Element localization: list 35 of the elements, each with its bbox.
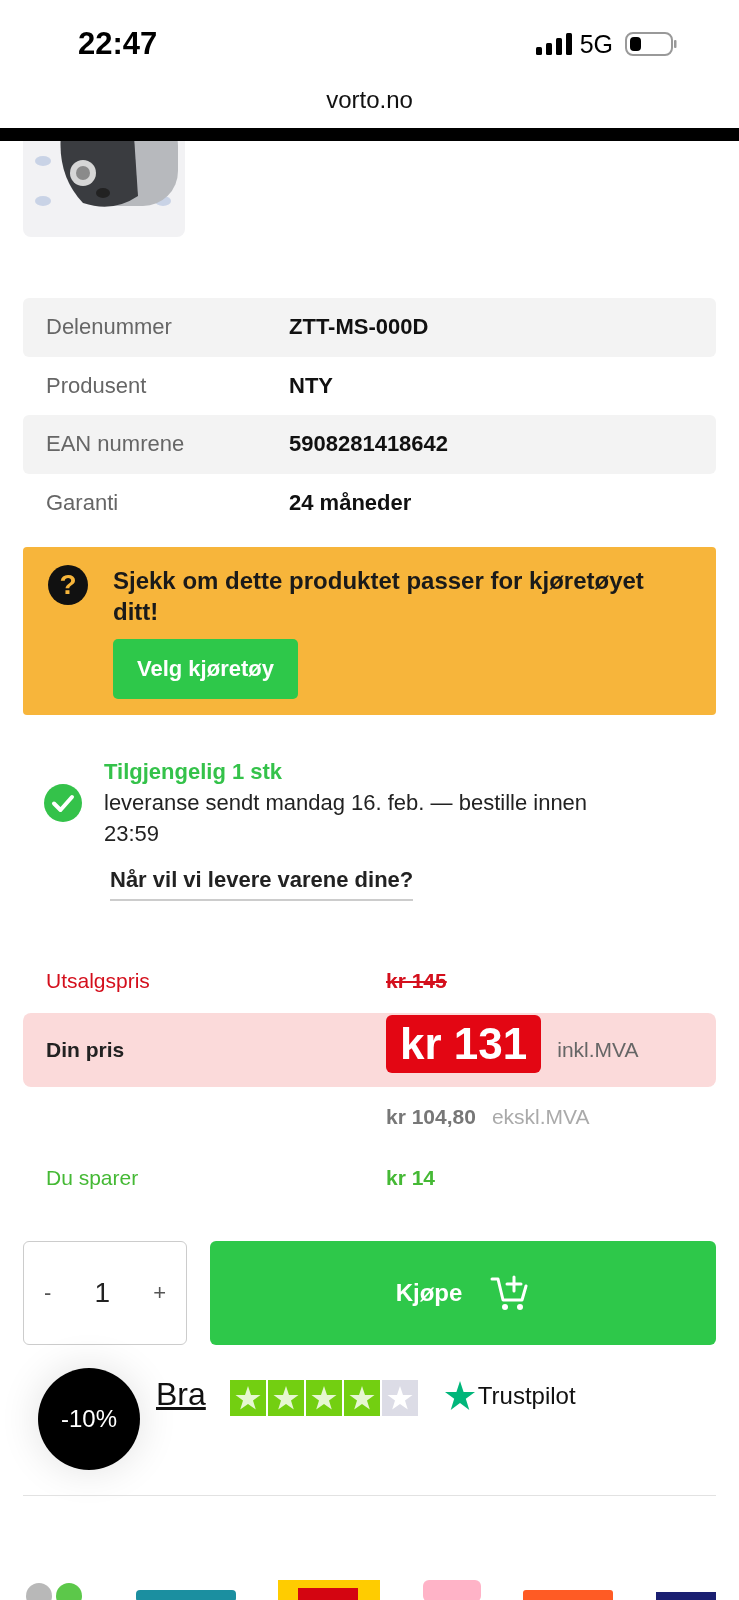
delivery-time-link[interactable]: Når vil vi levere varene dine?	[110, 867, 414, 901]
price-excl-vat: kr 104,80	[386, 1105, 476, 1129]
clock-time: 22:47	[78, 26, 158, 62]
savings-amount: kr 14	[386, 1166, 436, 1190]
your-price-label: Din pris	[46, 1038, 126, 1062]
vat-note: ekskl.MVA	[491, 1105, 590, 1129]
spec-label: Garanti	[46, 489, 120, 516]
vat-note: inkl.MVA	[557, 1038, 639, 1062]
quantity-value: 1	[94, 1277, 110, 1309]
spec-value: NTY	[289, 372, 333, 399]
address-bar-url[interactable]: vorto.no	[326, 80, 413, 120]
spec-label: EAN numrene	[46, 431, 186, 458]
network-label: 5G	[579, 29, 613, 59]
sale-price-label: Utsalgspris	[46, 969, 151, 993]
savings-label: Du sparer	[46, 1166, 140, 1190]
spec-label: Produsent	[46, 372, 148, 399]
trustpilot-label: Trustpilot	[477, 1382, 576, 1410]
stock-status: Tilgjengelig 1 stk	[104, 758, 284, 786]
discount-badge: -10%	[38, 1368, 140, 1470]
check-icon	[43, 783, 83, 823]
spec-value: ZTT-MS-000D	[289, 314, 429, 341]
signal-icon	[535, 33, 572, 55]
delivery-info: leveranse sendt mandag 16. feb. — bestille innen 23:59	[104, 789, 589, 848]
rating-link[interactable]: Bra	[156, 1376, 206, 1413]
battery-icon	[625, 32, 677, 56]
decrease-button[interactable]: -	[36, 1274, 60, 1312]
price-tag: kr 131	[386, 1015, 542, 1073]
star-icon	[443, 1380, 476, 1412]
spec-value: 24 måneder	[289, 489, 412, 516]
old-price: kr 145	[386, 969, 447, 993]
vehicle-check-message: Sjekk om dette produktet passer for kjøretøyet ditt!	[113, 566, 645, 627]
spec-label: Delenummer	[46, 314, 173, 341]
spec-value: 5908281418642	[289, 431, 449, 458]
question-icon: ?	[48, 565, 88, 605]
increase-button[interactable]: +	[145, 1274, 174, 1312]
